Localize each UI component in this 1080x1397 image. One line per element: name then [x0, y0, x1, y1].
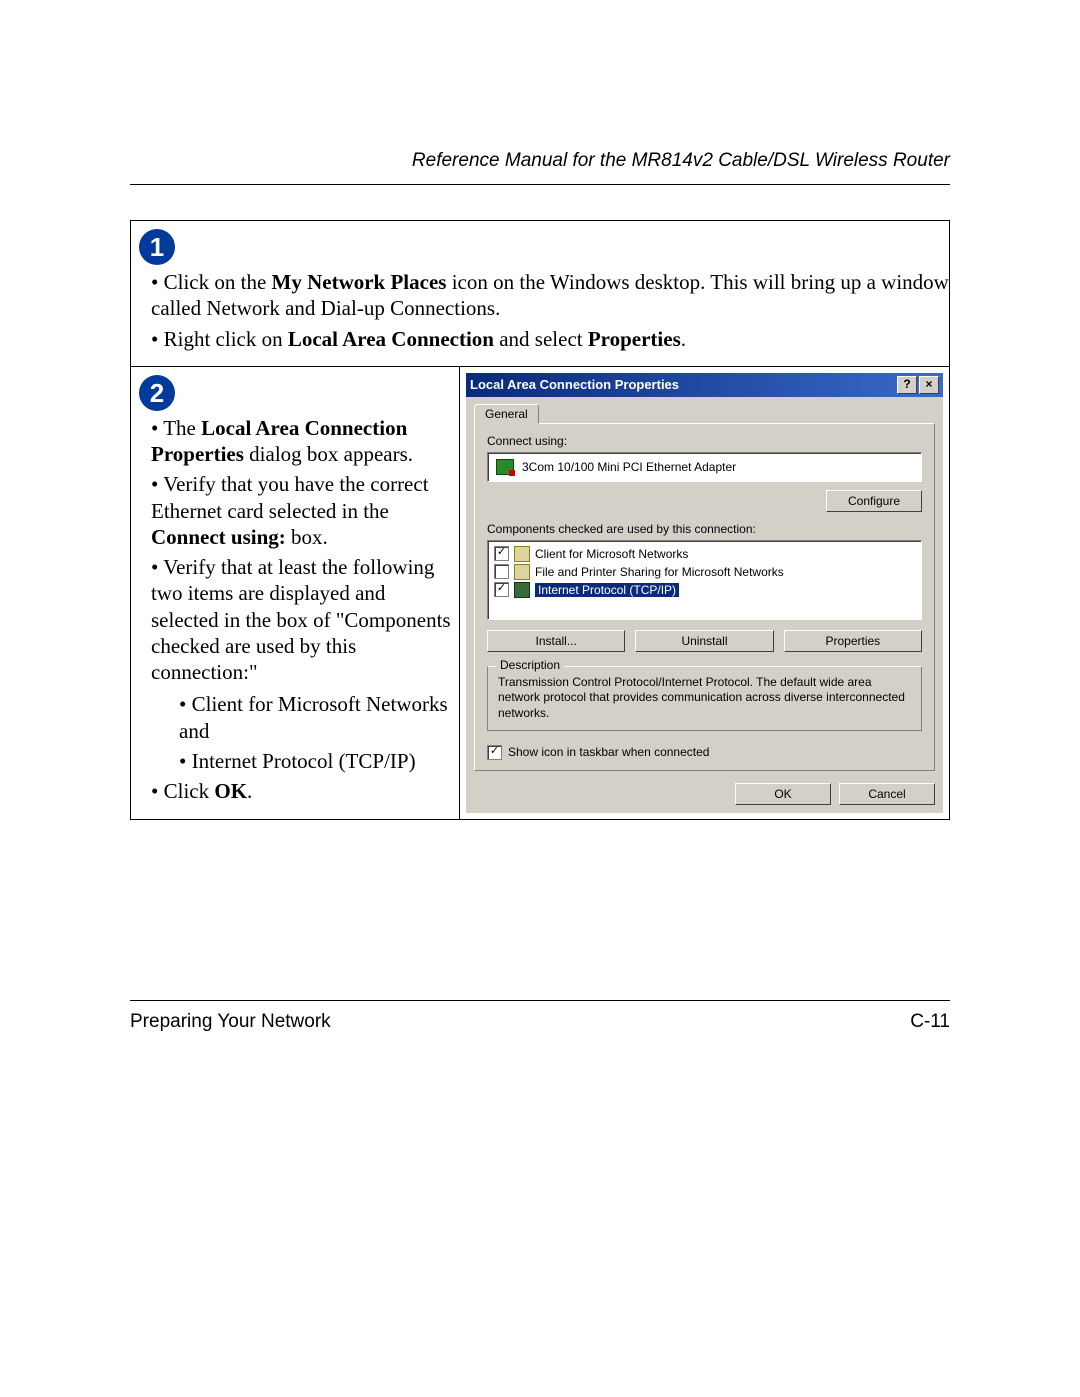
component-client[interactable]: ✓ Client for Microsoft Networks: [492, 545, 917, 563]
step2-sub-1: Client for Microsoft Networks and: [179, 691, 451, 744]
close-button[interactable]: ×: [919, 376, 939, 394]
ok-button[interactable]: OK: [735, 783, 831, 805]
tcp-icon: [514, 582, 530, 598]
step2-bullet-2: Verify that you have the correct Etherne…: [151, 471, 451, 550]
configure-button[interactable]: Configure: [826, 490, 922, 512]
tab-general[interactable]: General: [474, 404, 539, 424]
dialog-title: Local Area Connection Properties: [470, 377, 679, 392]
checkbox-icon[interactable]: ✓: [494, 582, 509, 597]
component-file-printer[interactable]: File and Printer Sharing for Microsoft N…: [492, 563, 917, 581]
description-text: Transmission Control Protocol/Internet P…: [498, 675, 911, 722]
components-listbox[interactable]: ✓ Client for Microsoft Networks File and…: [487, 540, 922, 620]
step2-bullet-1: The Local Area Connection Properties dia…: [151, 415, 451, 468]
adapter-field[interactable]: 3Com 10/100 Mini PCI Ethernet Adapter: [487, 452, 922, 482]
properties-button[interactable]: Properties: [784, 630, 922, 652]
step2-sub-2: Internet Protocol (TCP/IP): [179, 748, 451, 774]
step2-bullet-3: Verify that at least the following two i…: [151, 554, 451, 774]
checkbox-icon[interactable]: ✓: [494, 546, 509, 561]
step-2-badge: 2: [139, 375, 175, 411]
fps-icon: [514, 564, 530, 580]
instruction-box: 1 Click on the My Network Places icon on…: [130, 220, 950, 820]
page-header: Reference Manual for the MR814v2 Cable/D…: [130, 150, 950, 172]
description-title: Description: [496, 658, 564, 672]
show-icon-checkbox[interactable]: ✓: [487, 745, 502, 760]
component-tcpip[interactable]: ✓ Internet Protocol (TCP/IP): [492, 581, 917, 599]
uninstall-button[interactable]: Uninstall: [635, 630, 773, 652]
step2-bullet-4: Click OK.: [151, 778, 451, 804]
cancel-button[interactable]: Cancel: [839, 783, 935, 805]
footer-right: C-11: [910, 1011, 950, 1033]
description-group: Description Transmission Control Protoco…: [487, 666, 922, 731]
dialog-titlebar[interactable]: Local Area Connection Properties ? ×: [466, 373, 943, 397]
lac-properties-dialog: Local Area Connection Properties ? × Gen…: [466, 373, 943, 813]
footer-rule: [130, 1000, 950, 1001]
adapter-name: 3Com 10/100 Mini PCI Ethernet Adapter: [522, 460, 736, 474]
header-rule: [130, 184, 950, 185]
step-1-badge: 1: [139, 229, 175, 265]
show-icon-label: Show icon in taskbar when connected: [508, 745, 709, 759]
step1-bullet-1: Click on the My Network Places icon on t…: [151, 269, 949, 322]
components-label: Components checked are used by this conn…: [487, 522, 922, 536]
connect-using-label: Connect using:: [487, 434, 922, 448]
help-button[interactable]: ?: [897, 376, 917, 394]
step1-bullet-2: Right click on Local Area Connection and…: [151, 326, 949, 352]
client-icon: [514, 546, 530, 562]
network-adapter-icon: [496, 459, 514, 475]
footer-left: Preparing Your Network: [130, 1011, 331, 1033]
install-button[interactable]: Install...: [487, 630, 625, 652]
checkbox-icon[interactable]: [494, 564, 509, 579]
